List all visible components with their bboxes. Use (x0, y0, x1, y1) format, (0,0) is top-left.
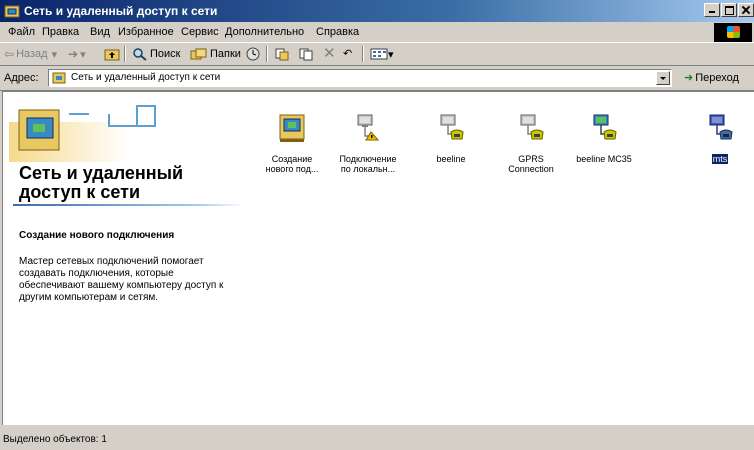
network-connections-banner-icon (9, 105, 156, 162)
undo-icon: ↶ (343, 48, 353, 60)
close-button[interactable] (738, 3, 754, 17)
folders-button[interactable]: Папки (190, 47, 241, 61)
item-label: beeline (436, 154, 466, 164)
list-item-gprs-connection[interactable]: GPRS Connection (496, 112, 566, 175)
explorer-window: Сеть и удаленный доступ к сети Файл Прав… (0, 0, 754, 450)
menu-help[interactable]: Справка (316, 26, 359, 38)
selected-item-title: Создание нового подключения (19, 230, 175, 241)
forward-arrow-icon: ➔ (68, 47, 79, 61)
move-to-icon (275, 48, 289, 61)
menu-favorites[interactable]: Избранное (118, 26, 174, 38)
list-item-new-connection[interactable]: Создание нового под... (257, 112, 327, 175)
folders-icon (190, 48, 207, 60)
toolbar-separator (362, 46, 364, 62)
minimize-button[interactable] (704, 3, 720, 17)
item-label: GPRS Connection (508, 154, 554, 174)
address-input[interactable]: Сеть и удаленный доступ к сети (48, 69, 672, 87)
back-arrow-icon: ⇦ (4, 47, 15, 61)
search-button[interactable]: Поиск (132, 47, 180, 61)
item-label: Подключение по локальн... (339, 154, 397, 174)
up-folder-icon (104, 49, 120, 61)
local-connection-icon (357, 114, 380, 141)
back-button[interactable]: ⇦ Назад ▾ (4, 47, 57, 61)
list-item-beeline-mc35[interactable]: beeline MC35 (569, 112, 639, 165)
window-title: Сеть и удаленный доступ к сети (24, 4, 218, 18)
chevron-down-icon: ▾ (80, 48, 86, 61)
dialup-connection-icon (709, 114, 733, 140)
content-area: Сеть и удаленный доступ к сети Создание … (2, 91, 754, 425)
address-value: Сеть и удаленный доступ к сети (71, 72, 221, 83)
address-bar: Адрес: Сеть и удаленный доступ к сети ➜ … (0, 66, 754, 91)
maximize-button[interactable] (721, 3, 737, 17)
copy-to-icon (299, 48, 313, 61)
move-to-button[interactable] (274, 47, 290, 61)
menu-edit[interactable]: Правка (42, 26, 79, 38)
go-button[interactable]: ➜ Переход (684, 71, 739, 85)
list-item-local-connection[interactable]: Подключение по локальн... (333, 112, 403, 175)
title-bar[interactable]: Сеть и удаленный доступ к сети (0, 0, 754, 22)
item-label: beeline MC35 (576, 154, 632, 164)
windows-logo-icon (714, 23, 752, 42)
toolbar-separator (124, 46, 126, 62)
menu-bar: Файл Правка Вид Избранное Сервис Дополни… (0, 22, 754, 43)
selected-item-description: Мастер сетевых подключений помогает созд… (19, 256, 224, 303)
title-divider (13, 204, 245, 206)
menu-view[interactable]: Вид (90, 26, 110, 38)
network-folder-icon (52, 72, 66, 84)
network-folder-icon (4, 5, 20, 18)
history-icon (246, 47, 260, 61)
up-folder-button[interactable] (104, 47, 120, 61)
status-bar: Выделено объектов: 1 (0, 428, 754, 450)
undo-button[interactable]: ↶ (343, 47, 352, 60)
toolbar-separator (266, 46, 268, 62)
address-label: Адрес: (4, 72, 39, 84)
menu-file[interactable]: Файл (8, 26, 35, 38)
search-icon (133, 48, 147, 61)
dialup-connection-icon (440, 114, 464, 140)
views-icon (370, 48, 388, 60)
chevron-down-icon: ▾ (51, 48, 58, 61)
new-connection-icon (279, 114, 305, 142)
list-item-beeline[interactable]: beeline (416, 112, 486, 165)
web-view-pane: Сеть и удаленный доступ к сети Создание … (3, 92, 249, 424)
history-button[interactable] (245, 47, 261, 61)
chevron-down-icon: ▾ (388, 48, 394, 61)
go-arrow-icon: ➜ (684, 72, 694, 84)
delete-button[interactable]: ✕ (323, 44, 336, 62)
menu-tools[interactable]: Сервис (181, 26, 219, 38)
address-dropdown-button[interactable] (656, 71, 670, 85)
views-button[interactable]: ▾ (370, 47, 394, 61)
menu-advanced[interactable]: Дополнительно (225, 26, 304, 38)
delete-icon: ✕ (323, 45, 336, 62)
status-text: Выделено объектов: 1 (3, 434, 107, 445)
list-item-mts[interactable]: mts (685, 112, 754, 165)
page-title: Сеть и удаленный доступ к сети (19, 163, 184, 202)
forward-button[interactable]: ➔ ▾ (68, 47, 86, 61)
dialup-connection-icon (520, 114, 544, 140)
item-label: Создание нового под... (265, 154, 319, 174)
toolbar: ⇦ Назад ▾ ➔ ▾ Поиск Папки ✕ ↶ ▾ (0, 43, 754, 66)
copy-to-button[interactable] (298, 47, 314, 61)
item-label: mts (711, 154, 729, 164)
dialup-connection-icon (593, 114, 617, 140)
